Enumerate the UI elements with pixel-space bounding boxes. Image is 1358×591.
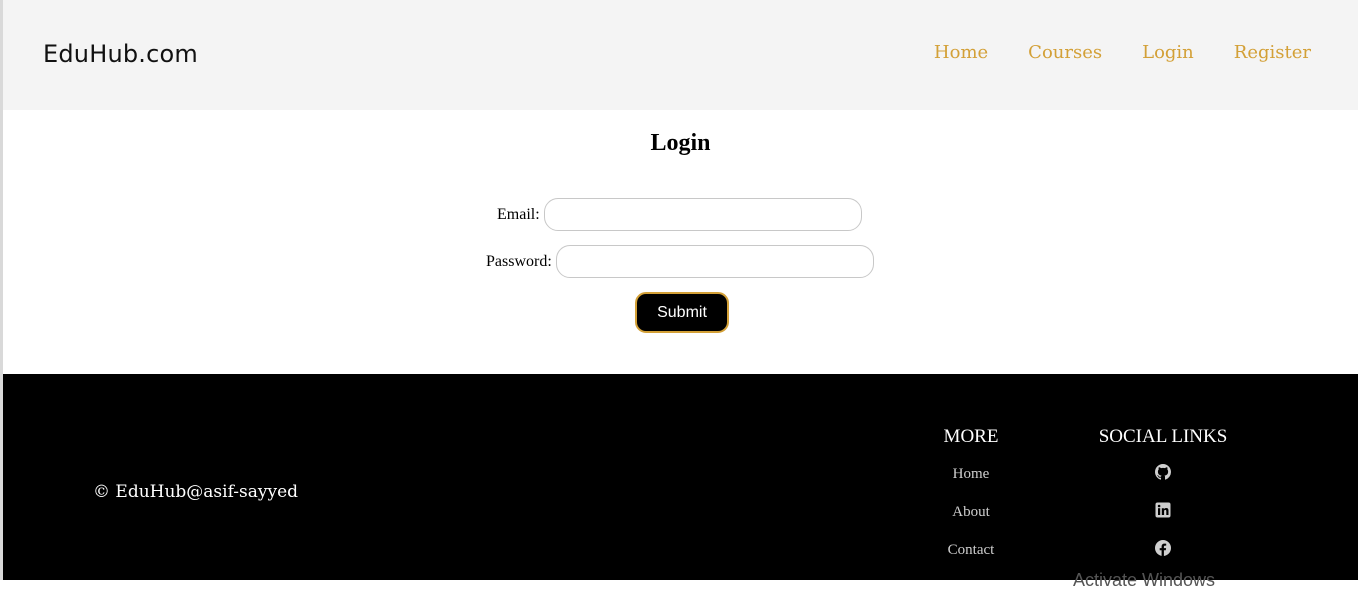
site-footer: © EduHub@asif-sayyed MORE Home About Con… [3,374,1358,590]
nav-courses-link[interactable]: Courses [1028,42,1102,63]
nav-links: Home Courses Login Register [934,42,1311,63]
brand-logo[interactable]: EduHub.com [43,40,198,68]
copyright-text: © EduHub@asif-sayyed [93,482,299,502]
social-heading: SOCIAL LINKS [1098,426,1228,447]
more-links: Home About Contact [921,464,1021,578]
email-field[interactable] [543,198,862,231]
password-field[interactable] [555,245,874,278]
nav-login-link[interactable]: Login [1142,42,1194,63]
footer-contact-link[interactable]: Contact [921,540,1021,578]
footer-about-link[interactable]: About [921,502,1021,540]
email-row: Email: [497,198,862,231]
more-heading: MORE [943,426,999,447]
linkedin-icon [1155,502,1171,518]
nav-home-link[interactable]: Home [934,42,988,63]
page-title: Login [650,130,711,156]
github-link[interactable] [1083,464,1243,502]
facebook-icon [1155,540,1171,556]
email-label: Email: [497,205,540,223]
login-section: Login Email: Password: Submit [3,110,1358,374]
submit-button[interactable]: Submit [635,292,729,333]
footer-social-column: SOCIAL LINKS [1083,426,1243,578]
github-icon [1155,464,1171,480]
footer-more-column: MORE Home About Contact [921,426,1021,578]
linkedin-link[interactable] [1083,502,1243,540]
activate-windows-watermark: Activate Windows [1073,570,1216,590]
social-links [1083,464,1243,578]
nav-register-link[interactable]: Register [1234,42,1311,63]
top-navbar: EduHub.com Home Courses Login Register [3,0,1358,110]
footer-home-link[interactable]: Home [921,464,1021,502]
password-row: Password: [486,245,874,278]
password-label: Password: [486,252,552,270]
